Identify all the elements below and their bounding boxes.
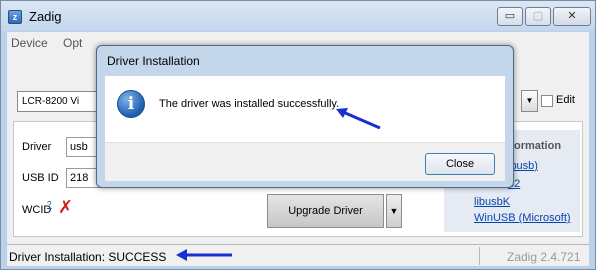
- menu-device[interactable]: Device: [11, 36, 48, 50]
- close-button[interactable]: Close: [425, 153, 495, 175]
- edit-checkbox[interactable]: [541, 95, 553, 107]
- upgrade-driver-button[interactable]: Upgrade Driver: [267, 194, 384, 228]
- window-titlebar[interactable]: z Zadig ▭ ▢ ✕: [1, 1, 595, 31]
- link-winusb[interactable]: WinUSB (Microsoft): [474, 212, 571, 224]
- window-title: Zadig: [29, 9, 62, 24]
- dialog-message: The driver was installed successfully.: [159, 98, 340, 110]
- driver-label: Driver: [22, 141, 52, 153]
- zadig-app-icon: z: [8, 10, 22, 24]
- dialog-content: i The driver was installed successfully.: [105, 76, 505, 142]
- close-window-button[interactable]: ✕: [553, 7, 591, 26]
- device-dropdown-arrow-icon[interactable]: ▼: [521, 90, 538, 112]
- upgrade-options-dropdown-icon[interactable]: ▼: [386, 194, 402, 228]
- status-bar: Driver Installation: SUCCESS Zadig 2.4.7…: [7, 244, 589, 266]
- edit-label: Edit: [556, 94, 575, 106]
- minimize-button[interactable]: ▭: [497, 7, 523, 26]
- usb-id-label: USB ID: [22, 172, 59, 184]
- link-libusbk[interactable]: libusbK: [474, 196, 510, 208]
- status-divider: [479, 247, 480, 265]
- info-panel-title: ormation: [514, 140, 562, 152]
- driver-installation-dialog: Driver Installation i The driver was ins…: [96, 45, 514, 188]
- wcid-status-cross-icon: ✗: [58, 197, 74, 217]
- status-annotation-arrow-icon: [176, 249, 232, 261]
- version-text: Zadig 2.4.721: [507, 250, 581, 264]
- wcid-help-link[interactable]: ?: [47, 200, 51, 209]
- info-icon: i: [117, 90, 145, 118]
- status-text: Driver Installation: SUCCESS: [9, 250, 167, 264]
- dialog-footer: Close: [105, 142, 505, 181]
- menu-options[interactable]: Opt: [63, 36, 82, 50]
- dialog-title: Driver Installation: [107, 54, 200, 68]
- message-annotation-arrow-icon: [336, 108, 381, 130]
- maximize-button[interactable]: ▢: [525, 7, 551, 26]
